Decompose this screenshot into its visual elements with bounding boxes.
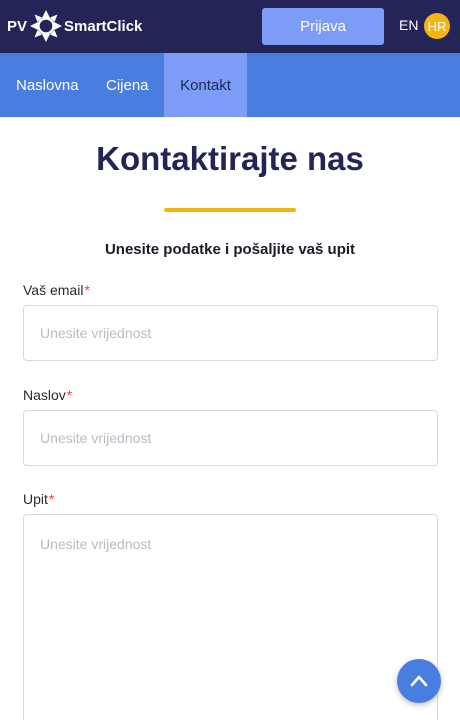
required-mark: * <box>48 491 55 507</box>
inquiry-textarea[interactable] <box>23 514 438 720</box>
email-label: Vaš email* <box>23 282 90 298</box>
chevron-up-icon <box>410 675 428 687</box>
subject-field[interactable] <box>23 410 438 466</box>
nav-item-contact[interactable]: Kontakt <box>164 53 247 117</box>
inquiry-label: Upit* <box>23 491 54 507</box>
subject-label: Naslov* <box>23 387 72 403</box>
logo-prefix: PV <box>7 17 28 35</box>
nav-item-home[interactable]: Naslovna <box>16 53 79 117</box>
top-header: PV SmartClick Prijava EN HR <box>0 0 460 53</box>
email-field[interactable] <box>23 305 438 361</box>
sun-icon <box>30 10 63 42</box>
inquiry-label-text: Upit <box>23 491 48 507</box>
page-title: Kontaktirajte nas <box>96 140 364 177</box>
title-divider <box>164 208 296 212</box>
language-hr[interactable]: HR <box>424 13 450 39</box>
subject-label-text: Naslov <box>23 387 66 403</box>
login-button[interactable]: Prijava <box>262 8 384 45</box>
logo-name: SmartClick <box>64 17 143 35</box>
scroll-to-top-button[interactable] <box>397 659 441 703</box>
required-mark: * <box>84 282 90 298</box>
main-nav: Naslovna Cijena Kontakt <box>0 53 460 117</box>
email-label-text: Vaš email <box>23 282 84 298</box>
nav-item-price[interactable]: Cijena <box>106 53 149 117</box>
logo[interactable]: PV SmartClick <box>7 9 142 43</box>
form-subtitle: Unesite podatke i pošaljite vaš upit <box>104 241 356 258</box>
language-en[interactable]: EN <box>399 17 418 33</box>
required-mark: * <box>66 387 73 403</box>
